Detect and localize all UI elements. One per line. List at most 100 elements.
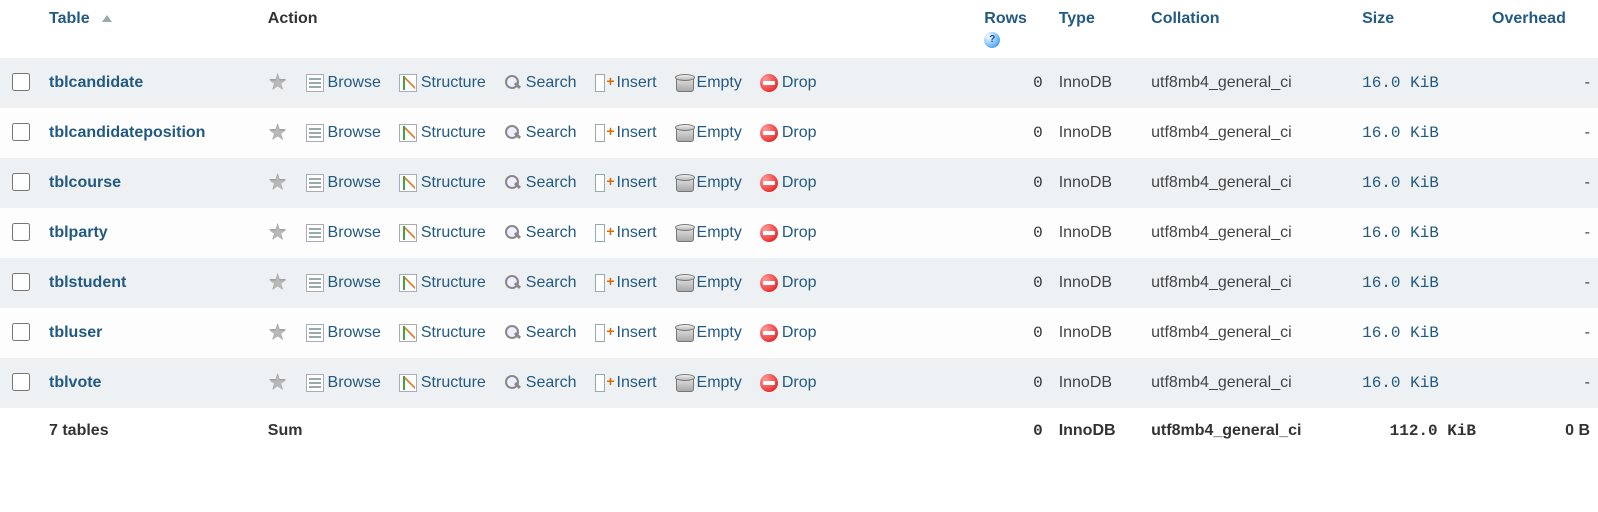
favorite-star-icon[interactable]: ★ (268, 370, 288, 396)
insert-action[interactable]: Insert (595, 124, 657, 142)
row-checkbox[interactable] (12, 323, 30, 341)
search-action[interactable]: Search (504, 74, 577, 92)
row-size: 16.0 KiB (1354, 58, 1484, 108)
drop-action[interactable]: Drop (760, 374, 817, 392)
col-table[interactable]: Table (41, 0, 260, 58)
row-overhead: - (1484, 58, 1598, 108)
structure-action[interactable]: Structure (399, 224, 486, 242)
row-count: 0 (976, 208, 1050, 258)
insert-action[interactable]: Insert (595, 374, 657, 392)
browse-icon (306, 124, 324, 142)
summary-overhead: 0 B (1484, 408, 1598, 454)
empty-action[interactable]: Empty (675, 224, 742, 242)
structure-action[interactable]: Structure (399, 274, 486, 292)
structure-action[interactable]: Structure (399, 124, 486, 142)
structure-action[interactable]: Structure (399, 74, 486, 92)
search-action[interactable]: Search (504, 274, 577, 292)
row-checkbox[interactable] (12, 373, 30, 391)
favorite-star-icon[interactable]: ★ (268, 320, 288, 346)
drop-action[interactable]: Drop (760, 174, 817, 192)
row-checkbox[interactable] (12, 173, 30, 191)
empty-icon (675, 174, 693, 192)
empty-action[interactable]: Empty (675, 374, 742, 392)
search-action[interactable]: Search (504, 174, 577, 192)
browse-action[interactable]: Browse (306, 324, 381, 342)
row-engine: InnoDB (1051, 108, 1143, 158)
search-action[interactable]: Search (504, 224, 577, 242)
insert-action[interactable]: Insert (595, 174, 657, 192)
insert-action[interactable]: Insert (595, 224, 657, 242)
favorite-star-icon[interactable]: ★ (268, 120, 288, 146)
row-overhead: - (1484, 258, 1598, 308)
structure-action[interactable]: Structure (399, 324, 486, 342)
search-action[interactable]: Search (504, 324, 577, 342)
browse-icon (306, 174, 324, 192)
table-name-link[interactable]: tblparty (49, 224, 108, 241)
summary-rows: 0 (976, 408, 1050, 454)
insert-action[interactable]: Insert (595, 324, 657, 342)
empty-action[interactable]: Empty (675, 324, 742, 342)
row-overhead: - (1484, 358, 1598, 408)
browse-icon (306, 324, 324, 342)
favorite-star-icon[interactable]: ★ (268, 70, 288, 96)
row-engine: InnoDB (1051, 308, 1143, 358)
empty-icon (675, 324, 693, 342)
browse-action[interactable]: Browse (306, 224, 381, 242)
drop-icon (760, 174, 778, 192)
browse-action[interactable]: Browse (306, 374, 381, 392)
col-rows[interactable]: Rows ? (976, 0, 1050, 58)
empty-action[interactable]: Empty (675, 124, 742, 142)
search-icon (504, 124, 522, 142)
structure-action[interactable]: Structure (399, 174, 486, 192)
table-name-link[interactable]: tblcandidateposition (49, 124, 205, 141)
row-checkbox[interactable] (12, 73, 30, 91)
rows-hint-icon[interactable]: ? (984, 32, 1000, 48)
browse-action[interactable]: Browse (306, 124, 381, 142)
structure-icon (399, 324, 417, 342)
row-checkbox[interactable] (12, 273, 30, 291)
drop-action[interactable]: Drop (760, 274, 817, 292)
table-name-link[interactable]: tblvote (49, 374, 101, 391)
row-size: 16.0 KiB (1354, 108, 1484, 158)
browse-action[interactable]: Browse (306, 274, 381, 292)
header-row: Table Action Rows ? Type Collation Size … (0, 0, 1598, 58)
drop-action[interactable]: Drop (760, 224, 817, 242)
col-collation[interactable]: Collation (1143, 0, 1354, 58)
drop-action[interactable]: Drop (760, 324, 817, 342)
table-name-link[interactable]: tblcourse (49, 174, 121, 191)
empty-action[interactable]: Empty (675, 274, 742, 292)
insert-icon (595, 74, 613, 92)
browse-action[interactable]: Browse (306, 74, 381, 92)
drop-action[interactable]: Drop (760, 74, 817, 92)
row-size: 16.0 KiB (1354, 158, 1484, 208)
empty-action[interactable]: Empty (675, 174, 742, 192)
row-checkbox[interactable] (12, 123, 30, 141)
col-type[interactable]: Type (1051, 0, 1143, 58)
col-size[interactable]: Size (1354, 0, 1484, 58)
row-count: 0 (976, 108, 1050, 158)
structure-action[interactable]: Structure (399, 374, 486, 392)
favorite-star-icon[interactable]: ★ (268, 220, 288, 246)
row-overhead: - (1484, 308, 1598, 358)
table-name-link[interactable]: tblstudent (49, 274, 126, 291)
drop-action[interactable]: Drop (760, 124, 817, 142)
insert-action[interactable]: Insert (595, 274, 657, 292)
insert-action[interactable]: Insert (595, 74, 657, 92)
search-action[interactable]: Search (504, 374, 577, 392)
table-name-link[interactable]: tbluser (49, 324, 102, 341)
row-checkbox[interactable] (12, 223, 30, 241)
insert-icon (595, 374, 613, 392)
browse-icon (306, 274, 324, 292)
structure-icon (399, 274, 417, 292)
favorite-star-icon[interactable]: ★ (268, 170, 288, 196)
row-collation: utf8mb4_general_ci (1143, 358, 1354, 408)
browse-action[interactable]: Browse (306, 174, 381, 192)
favorite-star-icon[interactable]: ★ (268, 270, 288, 296)
col-overhead[interactable]: Overhead (1484, 0, 1598, 58)
search-icon (504, 174, 522, 192)
search-action[interactable]: Search (504, 124, 577, 142)
table-row: tblcandidate ★ Browse Structure Search Insert… (0, 58, 1598, 108)
table-name-link[interactable]: tblcandidate (49, 74, 143, 91)
search-icon (504, 274, 522, 292)
empty-action[interactable]: Empty (675, 74, 742, 92)
